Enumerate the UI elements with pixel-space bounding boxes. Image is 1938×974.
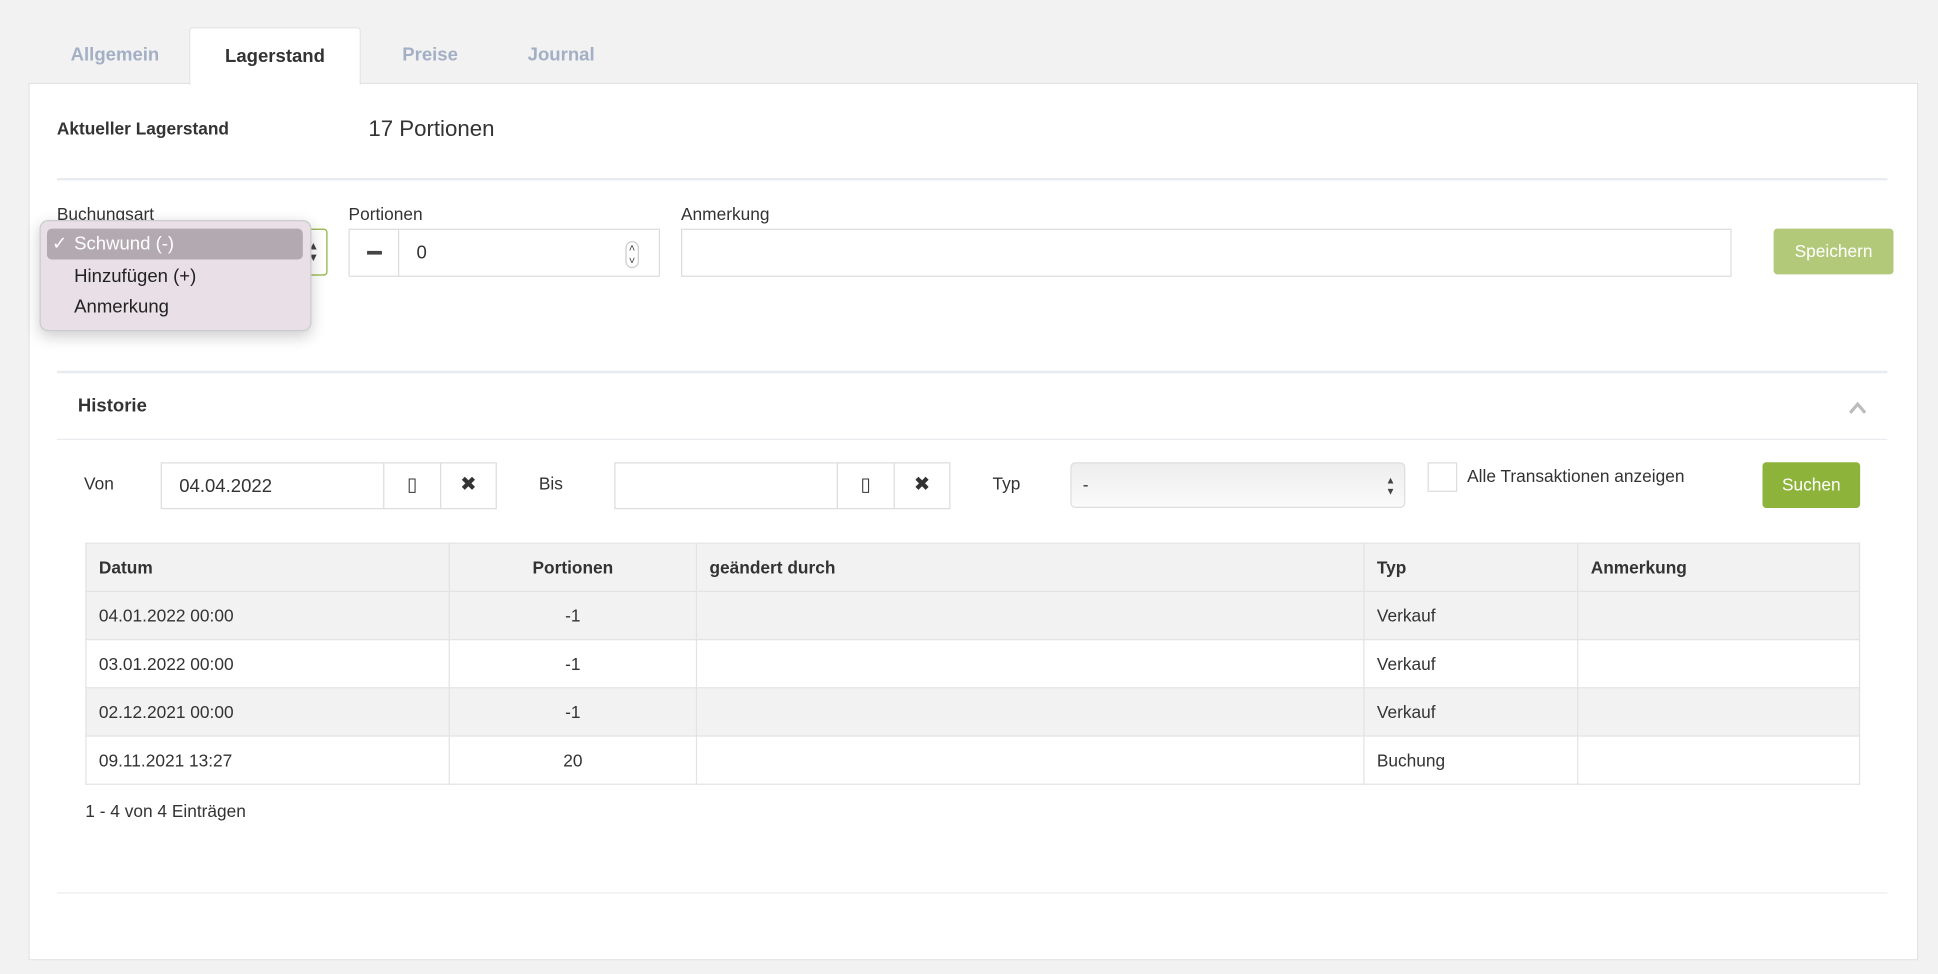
portions-input[interactable]: 0 ˄ ˅	[397, 228, 661, 277]
table-row: 09.11.2021 13:27 20 Buchung	[85, 735, 1861, 785]
decrement-button[interactable]	[348, 228, 400, 277]
cell-changed-by	[695, 687, 1365, 737]
close-icon: ✖	[460, 474, 477, 496]
to-clear-button[interactable]: ✖	[893, 462, 951, 510]
cell-date: 04.01.2022 00:00	[85, 590, 450, 641]
search-button[interactable]: Suchen	[1762, 462, 1861, 508]
portions-label: Portionen	[348, 203, 423, 224]
column-header[interactable]: Typ	[1363, 542, 1579, 593]
option-schwund[interactable]: ✓ Schwund (-)	[46, 228, 303, 260]
type-value: -	[1082, 474, 1089, 495]
note-label: Anmerkung	[681, 203, 770, 224]
cell-type: Buchung	[1363, 735, 1579, 785]
cell-date: 02.12.2021 00:00	[85, 687, 450, 737]
option-hinzufuegen[interactable]: Hinzufügen (+)	[47, 261, 303, 292]
note-input[interactable]	[681, 228, 1732, 277]
pagination-info: 1 - 4 von 4 Einträgen	[85, 800, 246, 821]
cell-portions: -1	[448, 590, 698, 641]
stock-value: 17 Portionen	[368, 116, 495, 141]
divider	[56, 177, 1888, 181]
tab-journal[interactable]: Journal	[499, 27, 623, 83]
cell-portions: -1	[448, 687, 698, 737]
cell-changed-by	[695, 638, 1365, 689]
option-label: Schwund (-)	[74, 233, 175, 255]
cell-note	[1577, 638, 1861, 689]
from-date-value: 04.04.2022	[179, 475, 273, 497]
column-header[interactable]: Anmerkung	[1577, 542, 1861, 593]
cell-portions: -1	[448, 638, 698, 689]
stock-label: Aktueller Lagerstand	[56, 118, 229, 139]
cell-portions: 20	[448, 735, 698, 785]
column-header[interactable]: Portionen	[448, 542, 698, 593]
all-transactions-checkbox[interactable]	[1427, 462, 1458, 492]
divider	[56, 370, 1888, 374]
cell-changed-by	[695, 735, 1365, 785]
table-header: Datum Portionen geändert durch Typ Anmer…	[85, 542, 1861, 593]
spinner-icon[interactable]: ˄ ˅	[625, 241, 639, 269]
to-calendar-button[interactable]: ▯	[836, 462, 895, 510]
option-anmerkung[interactable]: Anmerkung	[47, 292, 303, 323]
calendar-icon: ▯	[407, 474, 418, 496]
table-row: 04.01.2022 00:00 -1 Verkauf	[85, 590, 1861, 641]
tab-panel	[28, 82, 1919, 961]
column-header[interactable]: Datum	[85, 542, 450, 593]
close-icon: ✖	[913, 474, 931, 496]
minus-icon	[367, 250, 382, 255]
from-label: Von	[84, 473, 114, 494]
save-button[interactable]: Speichern	[1773, 228, 1894, 275]
all-transactions-label: Alle Transaktionen anzeigen	[1467, 465, 1685, 486]
to-label: Bis	[538, 473, 563, 494]
history-title: Historie	[77, 395, 147, 417]
cell-note	[1577, 735, 1861, 785]
cell-type: Verkauf	[1363, 590, 1579, 641]
booking-type-dropdown: ✓ Schwund (-) Hinzufügen (+) Anmerkung	[39, 220, 312, 332]
calendar-icon: ▯	[860, 474, 871, 496]
page: Allgemein Lagerstand Preise Journal Aktu…	[0, 0, 1938, 974]
tab-lagerstand[interactable]: Lagerstand	[189, 27, 361, 86]
cell-changed-by	[695, 590, 1365, 641]
from-calendar-button[interactable]: ▯	[383, 462, 442, 510]
check-icon: ✓	[51, 233, 68, 255]
cell-type: Verkauf	[1363, 687, 1579, 737]
chevron-up-icon[interactable]	[1849, 401, 1867, 414]
cell-type: Verkauf	[1363, 638, 1579, 689]
cell-date: 09.11.2021 13:27	[85, 735, 450, 785]
table-row: 03.01.2022 00:00 -1 Verkauf	[85, 638, 1861, 689]
type-select[interactable]: - ▲ ▼	[1070, 462, 1406, 508]
from-clear-button[interactable]: ✖	[440, 462, 497, 510]
to-date-input[interactable]	[614, 462, 838, 510]
table-row: 02.12.2021 00:00 -1 Verkauf	[85, 687, 1861, 737]
tab-allgemein[interactable]: Allgemein	[42, 27, 188, 83]
history-table: Datum Portionen geändert durch Typ Anmer…	[85, 542, 1861, 785]
divider	[56, 892, 1888, 894]
cell-date: 03.01.2022 00:00	[85, 638, 450, 689]
cell-note	[1577, 590, 1861, 641]
from-date-input[interactable]: 04.04.2022	[160, 462, 385, 510]
portions-value: 0	[416, 242, 427, 264]
type-label: Typ	[992, 473, 1021, 494]
cell-note	[1577, 687, 1861, 737]
divider	[56, 438, 1888, 441]
select-arrows-icon: ▲ ▼	[1385, 474, 1396, 497]
column-header[interactable]: geändert durch	[695, 542, 1365, 593]
tab-preise[interactable]: Preise	[371, 27, 490, 83]
